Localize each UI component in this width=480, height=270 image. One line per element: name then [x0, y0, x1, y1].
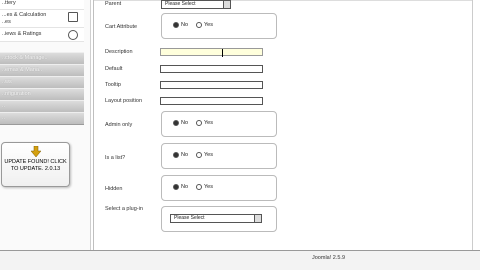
right-border [472, 0, 473, 250]
sidebar-item-label: ..ttery [2, 0, 16, 6]
cart-attribute-radio-group: No Yes [161, 13, 277, 39]
cart-attribute-no-radio[interactable] [173, 22, 179, 28]
layout-position-input[interactable] [160, 97, 263, 105]
section-label: .. [2, 115, 6, 121]
sidebar: ..ttery ...es & Calculation ..es ..iews … [0, 0, 91, 250]
is-a-list-label: Is a list? [105, 155, 126, 161]
tooltip-label: Tooltip [105, 82, 121, 88]
version-text: Joomla! 2.5.9 [312, 255, 346, 261]
hidden-yes-label: Yes [204, 184, 213, 190]
admin-only-yes-radio[interactable] [196, 120, 202, 126]
hidden-no-radio[interactable] [173, 184, 179, 190]
download-arrow-icon [31, 146, 41, 157]
top-border [94, 0, 472, 1]
sidebar-item-calculation[interactable]: ...es & Calculation ..es [0, 10, 84, 28]
is-a-list-no-label: No [181, 152, 189, 158]
sidebar-item-category[interactable]: ..ttery [0, 0, 84, 10]
section-label: ..emas & Mana.. [2, 67, 43, 73]
tooltip-input[interactable] [160, 81, 263, 89]
parent-select-value: Please Select [165, 1, 196, 7]
hidden-yes-radio[interactable] [196, 184, 202, 190]
section-label: ..nfiguration [2, 91, 31, 97]
parent-label: Parent [105, 1, 122, 7]
is-a-list-yes-label: Yes [204, 152, 213, 158]
hidden-radio-group: No Yes [161, 175, 277, 201]
footer: Joomla! 2.5.9 [0, 251, 480, 270]
description-input[interactable] [160, 48, 263, 56]
admin-only-label: Admin only [105, 122, 133, 128]
sidebar-item-label: ...es & Calculation ..es [2, 12, 47, 25]
calculator-icon [68, 12, 78, 22]
update-button[interactable]: UPDATE FOUND! CLICK TO UPDATE. 2.0.13 [1, 142, 70, 187]
chevron-down-icon [254, 215, 261, 222]
plugin-label: Select a plug-in [105, 206, 143, 212]
default-label: Default [105, 66, 123, 72]
plugin-select-value: Please Select [174, 215, 205, 221]
cart-attribute-label: Cart Attribute [105, 24, 138, 30]
text-cursor-icon [222, 49, 225, 57]
cart-attribute-no-label: No [181, 22, 189, 28]
section-label: .. [2, 103, 6, 109]
update-text: UPDATE FOUND! CLICK TO UPDATE. 2.0.13 [4, 159, 67, 172]
content-divider [93, 0, 94, 250]
chevron-down-icon [223, 1, 230, 8]
sidebar-section-6[interactable]: .. [0, 112, 84, 125]
layout-position-label: Layout position [105, 98, 142, 104]
sidebar-item-reviews[interactable]: ..iews & Ratings [0, 28, 84, 42]
plugin-select[interactable]: Please Select [170, 214, 262, 223]
comment-icon [68, 30, 78, 40]
cart-attribute-yes-label: Yes [204, 22, 213, 28]
admin-only-no-radio[interactable] [173, 120, 179, 126]
section-label: ..ws [2, 79, 12, 85]
is-a-list-no-radio[interactable] [173, 152, 179, 158]
is-a-list-yes-radio[interactable] [196, 152, 202, 158]
hidden-label: Hidden [105, 186, 123, 192]
admin-only-no-label: No [181, 120, 189, 126]
default-input[interactable] [160, 65, 263, 73]
description-label: Description [105, 49, 133, 55]
sidebar-item-label: ..iews & Ratings [2, 31, 42, 37]
hidden-no-label: No [181, 184, 189, 190]
admin-only-yes-label: Yes [204, 120, 213, 126]
section-label: ..ctock & Manage.. [2, 55, 48, 61]
cart-attribute-yes-radio[interactable] [196, 22, 202, 28]
is-a-list-radio-group: No Yes [161, 143, 277, 169]
admin-only-radio-group: No Yes [161, 111, 277, 137]
parent-select[interactable]: Please Select [161, 0, 231, 9]
